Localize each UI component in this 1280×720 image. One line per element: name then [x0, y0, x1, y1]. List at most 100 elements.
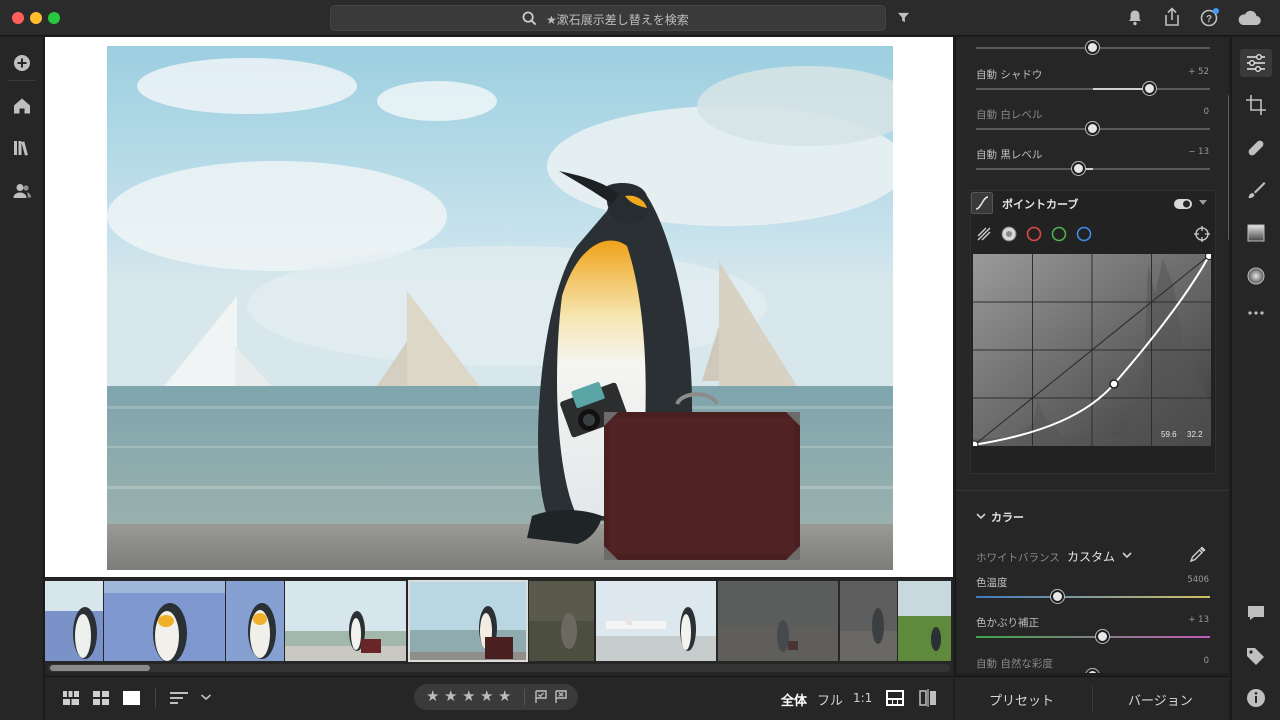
whites-value[interactable]: 0 [1204, 107, 1209, 117]
pick-flag-icon[interactable] [534, 690, 548, 704]
star-rating-3[interactable]: ★ [462, 687, 475, 705]
radial-gradient-icon[interactable] [1244, 264, 1268, 288]
detail-view-icon[interactable] [123, 691, 140, 705]
chevron-down-icon[interactable] [200, 692, 212, 702]
info-icon[interactable] [1244, 686, 1268, 710]
point-curve-title: ポイントカーブ [1002, 198, 1079, 211]
presets-button[interactable]: プリセット [989, 690, 1054, 709]
curve-icon[interactable] [971, 192, 993, 214]
star-rating-2[interactable]: ★ [444, 687, 457, 705]
search-bar[interactable]: ★漱石展示差し替えを検索 [330, 5, 886, 31]
blue-channel-icon[interactable] [1076, 226, 1092, 242]
filmstrip-thumbnail[interactable] [226, 581, 284, 661]
tint-label: 色かぶり補正 [976, 617, 1039, 629]
search-input[interactable]: ★漱石展示差し替えを検索 [546, 11, 689, 28]
filmstrip-thumbnail-selected[interactable] [410, 582, 526, 660]
vibrance-value[interactable]: 0 [1204, 656, 1209, 666]
color-section-title[interactable]: カラー [991, 509, 1024, 525]
zoom-window-button[interactable] [48, 12, 60, 24]
more-options-icon[interactable] [1244, 301, 1268, 325]
edit-sliders-icon[interactable] [1244, 51, 1268, 75]
tint-slider-track[interactable] [976, 636, 1210, 638]
shadows-slider-fill [1093, 88, 1144, 90]
red-channel-icon[interactable] [1026, 226, 1042, 242]
white-balance-label: ホワイトバランス [976, 552, 1060, 564]
filmstrip-toggle-icon[interactable] [886, 690, 904, 706]
tint-slider-knob[interactable] [1096, 630, 1109, 643]
rgb-channel-icon[interactable] [1001, 226, 1017, 242]
star-rating-1[interactable]: ★ [426, 687, 439, 705]
filmstrip-thumbnail[interactable] [529, 581, 594, 661]
toggle-switch-icon[interactable] [1174, 198, 1192, 210]
help-icon[interactable]: ? [1200, 8, 1220, 28]
filmstrip-thumbnail[interactable] [596, 581, 716, 661]
filmstrip-thumbnail[interactable] [285, 581, 406, 661]
filmstrip-thumbnail[interactable] [45, 581, 103, 661]
healing-bandage-icon[interactable] [1244, 136, 1268, 160]
compare-view-icon[interactable] [919, 689, 937, 707]
shadows-value[interactable]: + 52 [1188, 67, 1209, 77]
people-icon[interactable] [10, 179, 34, 203]
brush-icon[interactable] [1244, 179, 1268, 203]
curve-menu-chevron-icon[interactable] [1199, 200, 1207, 206]
filmstrip [45, 578, 953, 676]
filmstrip-thumbnail[interactable] [898, 581, 951, 661]
star-rating-5[interactable]: ★ [498, 687, 511, 705]
grid-view-icon[interactable] [93, 691, 109, 705]
share-icon[interactable] [1163, 7, 1181, 27]
notification-bell-icon[interactable] [1127, 9, 1143, 26]
target-adjust-icon[interactable] [1194, 226, 1210, 242]
eyedropper-icon[interactable] [1189, 545, 1207, 563]
shadows-label: 自動 シャドウ [976, 69, 1043, 81]
add-photos-icon[interactable] [10, 51, 34, 75]
library-icon[interactable] [10, 136, 34, 160]
white-balance-chevron-icon[interactable] [1122, 551, 1132, 559]
shadows-slider-knob[interactable] [1143, 82, 1156, 95]
filmstrip-thumbnail[interactable] [718, 581, 838, 661]
whites-slider-knob[interactable] [1086, 122, 1099, 135]
view-all-button[interactable]: 全体 [781, 690, 807, 709]
star-rating-4[interactable]: ★ [480, 687, 493, 705]
white-balance-dropdown[interactable]: カスタム [1067, 548, 1115, 565]
square-grid-view-icon[interactable] [63, 691, 79, 705]
tag-icon[interactable] [1244, 644, 1268, 668]
search-icon [522, 11, 537, 26]
view-1to1-button[interactable]: 1:1 [853, 691, 872, 705]
blacks-slider-knob[interactable] [1072, 162, 1085, 175]
cloud-icon[interactable] [1237, 10, 1261, 26]
chevron-down-icon[interactable] [976, 511, 986, 521]
main-photo [107, 46, 893, 570]
svg-text:?: ? [1206, 14, 1212, 25]
view-full-button[interactable]: フル [817, 690, 843, 709]
temperature-slider-track[interactable] [976, 596, 1210, 598]
tint-value[interactable]: + 13 [1188, 615, 1209, 625]
close-window-button[interactable] [12, 12, 24, 24]
left-nav-rail [0, 37, 44, 720]
temperature-value[interactable]: 5406 [1187, 575, 1209, 585]
filter-icon[interactable] [897, 11, 910, 24]
reject-flag-icon[interactable] [554, 690, 568, 704]
crop-rotate-icon[interactable] [1244, 93, 1268, 117]
temperature-slider-knob[interactable] [1051, 590, 1064, 603]
home-icon[interactable] [10, 94, 34, 118]
versions-button[interactable]: バージョン [1128, 690, 1193, 709]
vibrance-slider-knob[interactable] [1086, 669, 1099, 673]
slider-knob-top[interactable] [1086, 41, 1099, 54]
image-canvas[interactable] [45, 37, 953, 577]
parametric-curve-icon[interactable] [976, 226, 992, 242]
blacks-slider-track[interactable] [976, 168, 1210, 170]
minimize-window-button[interactable] [30, 12, 42, 24]
blacks-value[interactable]: − 13 [1188, 147, 1209, 157]
green-channel-icon[interactable] [1051, 226, 1067, 242]
app-window: ★漱石展示差し替えを検索 ? ★ ★ ★ ★ ★ 全体 フル 1:1 自動 シャ… [0, 0, 1280, 720]
comments-icon[interactable] [1244, 601, 1268, 625]
sort-icon[interactable] [170, 691, 188, 705]
point-curve-graph[interactable]: 59.6 32.2 [973, 254, 1211, 446]
temperature-label: 色温度 [976, 577, 1008, 589]
filmstrip-thumbnail[interactable] [104, 581, 225, 661]
filmstrip-scrollbar-track[interactable] [48, 664, 950, 672]
filmstrip-scrollbar-thumb[interactable] [50, 665, 150, 671]
panel-scrollbar[interactable] [1228, 95, 1229, 240]
filmstrip-thumbnail[interactable] [840, 581, 897, 661]
linear-gradient-icon[interactable] [1244, 221, 1268, 245]
